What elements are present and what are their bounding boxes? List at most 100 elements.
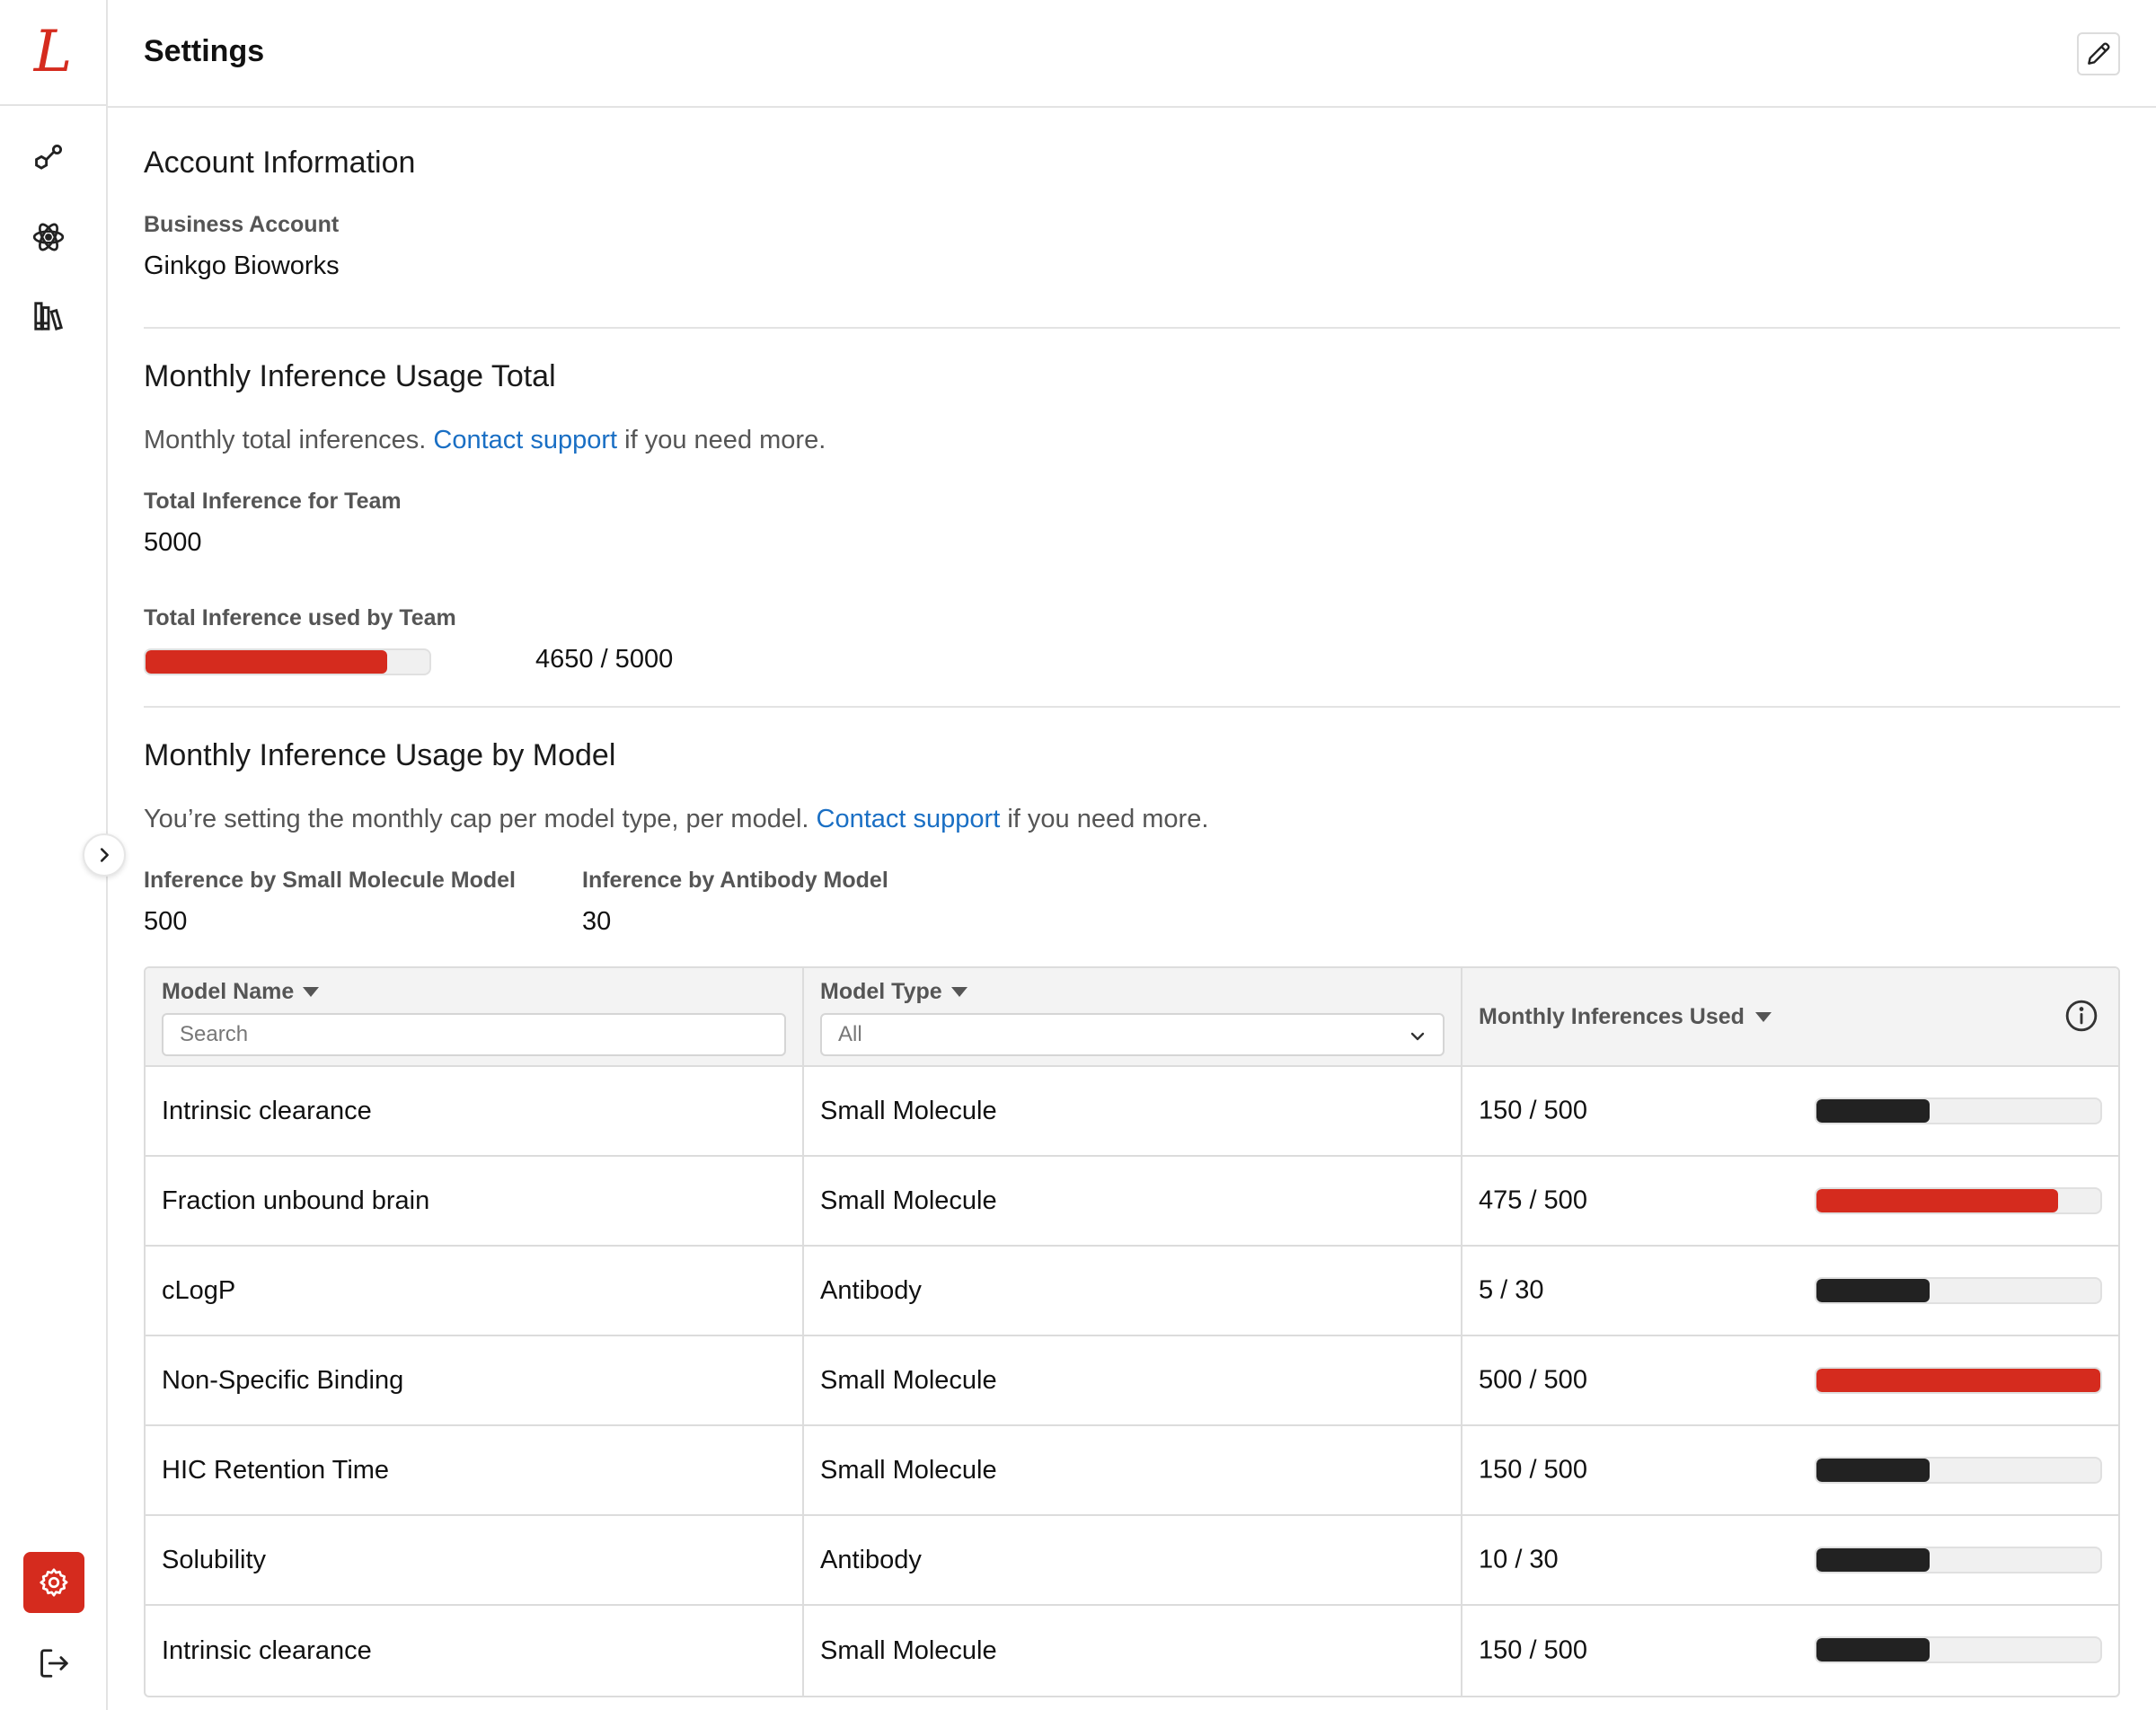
cell-usage: 150 / 500	[1462, 1606, 2118, 1696]
logout-icon	[40, 1649, 68, 1678]
model-type-select[interactable]: All	[820, 1013, 1445, 1056]
column-label: Model Name	[162, 979, 295, 1004]
model-type: Small Molecule	[820, 1186, 997, 1215]
select-value: All	[838, 1022, 862, 1046]
usage-count: 150 / 500	[1479, 1096, 1587, 1125]
total-inference-value: 5000	[144, 528, 202, 557]
small-molecule-label: Inference by Small Molecule Model	[144, 868, 517, 893]
table-row[interactable]: HIC Retention Time Small Molecule 150 / 50…	[146, 1426, 2118, 1516]
sort-model-name[interactable]: Model Name	[162, 979, 320, 1005]
logo-glyph: L	[33, 19, 73, 85]
contact-support-link[interactable]: Contact support	[817, 805, 1001, 833]
total-inference-label: Total Inference for Team	[144, 489, 402, 514]
pencil-icon	[2088, 42, 2110, 65]
business-account-value: Ginkgo Bioworks	[144, 251, 340, 280]
cell-model-name: Solubility	[146, 1516, 804, 1604]
sort-monthly-usage[interactable]: Monthly Inferences Used	[1479, 1004, 1772, 1030]
usage-progress-fill	[1816, 1189, 2058, 1212]
usage-progress-bar	[1815, 1277, 2102, 1304]
usage-total-description: Monthly total inferences. Contact suppor…	[144, 426, 826, 455]
cell-model-name: cLogP	[146, 1247, 804, 1335]
top-header: Settings	[108, 0, 2156, 108]
cell-usage: 10 / 30	[1462, 1516, 2118, 1604]
sidebar-expand-button[interactable]	[83, 833, 126, 877]
desc-text: if you need more.	[617, 426, 826, 454]
caret-down-icon	[1754, 1012, 1772, 1022]
cell-model-name: Intrinsic clearance	[146, 1606, 804, 1696]
usage-count: 10 / 30	[1479, 1545, 1559, 1574]
antibody-label: Inference by Antibody Model	[582, 868, 888, 893]
table-row[interactable]: Solubility Antibody 10 / 30	[146, 1516, 2118, 1606]
antibody-value: 30	[582, 907, 612, 936]
cell-model-name: Fraction unbound brain	[146, 1157, 804, 1245]
cell-usage: 500 / 500	[1462, 1336, 2118, 1424]
brand-logo[interactable]: L	[0, 0, 106, 106]
sidebar-item-settings[interactable]	[23, 1552, 84, 1613]
team-usage-progress-fill	[146, 650, 387, 674]
model-type: Small Molecule	[820, 1635, 997, 1665]
usage-progress-fill	[1816, 1548, 1931, 1572]
usage-count: 150 / 500	[1479, 1635, 1587, 1665]
sidebar-item-molecules[interactable]	[27, 137, 70, 180]
usage-progress-fill	[1816, 1459, 1931, 1482]
model-type: Small Molecule	[820, 1096, 997, 1125]
column-model-name: Model Name	[146, 968, 804, 1065]
usage-model-description: You’re setting the monthly cap per model…	[144, 805, 1208, 834]
team-usage-progress-bar	[144, 648, 431, 675]
section-divider	[144, 327, 2120, 329]
model-type: Antibody	[820, 1275, 922, 1305]
table-row[interactable]: cLogP Antibody 5 / 30	[146, 1247, 2118, 1336]
desc-text: if you need more.	[1000, 805, 1209, 833]
model-name: HIC Retention Time	[162, 1455, 390, 1485]
caret-down-icon	[950, 987, 968, 997]
usage-progress-fill	[1816, 1369, 2100, 1392]
contact-support-link[interactable]: Contact support	[433, 426, 617, 454]
cell-model-type: Small Molecule	[804, 1426, 1462, 1514]
usage-progress-bar	[1815, 1097, 2102, 1124]
business-account-label: Business Account	[144, 212, 340, 237]
usage-progress-fill	[1816, 1099, 1931, 1123]
table-header: Model Name Model Type All Monthly Infere…	[146, 968, 2118, 1067]
info-icon[interactable]	[2064, 999, 2099, 1033]
table-row[interactable]: Intrinsic clearance Small Molecule 150 / 5…	[146, 1606, 2118, 1696]
account-section-title: Account Information	[144, 145, 416, 180]
cell-model-type: Small Molecule	[804, 1157, 1462, 1245]
cell-usage: 150 / 500	[1462, 1426, 2118, 1514]
sort-model-type[interactable]: Model Type	[820, 979, 968, 1005]
logout-button[interactable]	[34, 1644, 74, 1683]
cell-model-type: Small Molecule	[804, 1606, 1462, 1696]
cell-usage: 475 / 500	[1462, 1157, 2118, 1245]
usage-progress-bar	[1815, 1636, 2102, 1663]
sidebar-item-library[interactable]	[27, 295, 70, 338]
table-row[interactable]: Intrinsic clearance Small Molecule 150 / 5…	[146, 1067, 2118, 1157]
usage-count: 5 / 30	[1479, 1275, 1544, 1305]
column-model-type: Model Type All	[804, 968, 1462, 1065]
cell-model-type: Small Molecule	[804, 1336, 1462, 1424]
desc-text: Monthly total inferences.	[144, 426, 434, 454]
chevron-down-icon	[1410, 1032, 1425, 1041]
cell-model-type: Antibody	[804, 1247, 1462, 1335]
sidebar-item-models[interactable]	[27, 216, 70, 259]
column-monthly-usage: Monthly Inferences Used	[1462, 968, 2118, 1065]
page-title: Settings	[144, 34, 265, 68]
edit-button[interactable]	[2077, 32, 2120, 75]
model-name: Intrinsic clearance	[162, 1096, 372, 1125]
model-name: Intrinsic clearance	[162, 1635, 372, 1665]
model-name: Non-Specific Binding	[162, 1365, 404, 1395]
model-type: Antibody	[820, 1545, 922, 1574]
gear-icon	[40, 1568, 68, 1597]
usage-count: 150 / 500	[1479, 1455, 1587, 1485]
section-divider	[144, 706, 2120, 708]
model-name: Fraction unbound brain	[162, 1186, 430, 1215]
model-name-search-input[interactable]	[162, 1013, 786, 1056]
library-icon	[34, 302, 64, 331]
cell-model-name: Non-Specific Binding	[146, 1336, 804, 1424]
team-usage-count: 4650 / 5000	[535, 645, 674, 674]
table-row[interactable]: Fraction unbound brain Small Molecule 475 …	[146, 1157, 2118, 1247]
cell-model-type: Antibody	[804, 1516, 1462, 1604]
usage-progress-fill	[1816, 1279, 1931, 1302]
column-label: Monthly Inferences Used	[1479, 1004, 1745, 1029]
column-label: Model Type	[820, 979, 942, 1004]
model-type: Small Molecule	[820, 1365, 997, 1395]
table-row[interactable]: Non-Specific Binding Small Molecule 500 / …	[146, 1336, 2118, 1426]
